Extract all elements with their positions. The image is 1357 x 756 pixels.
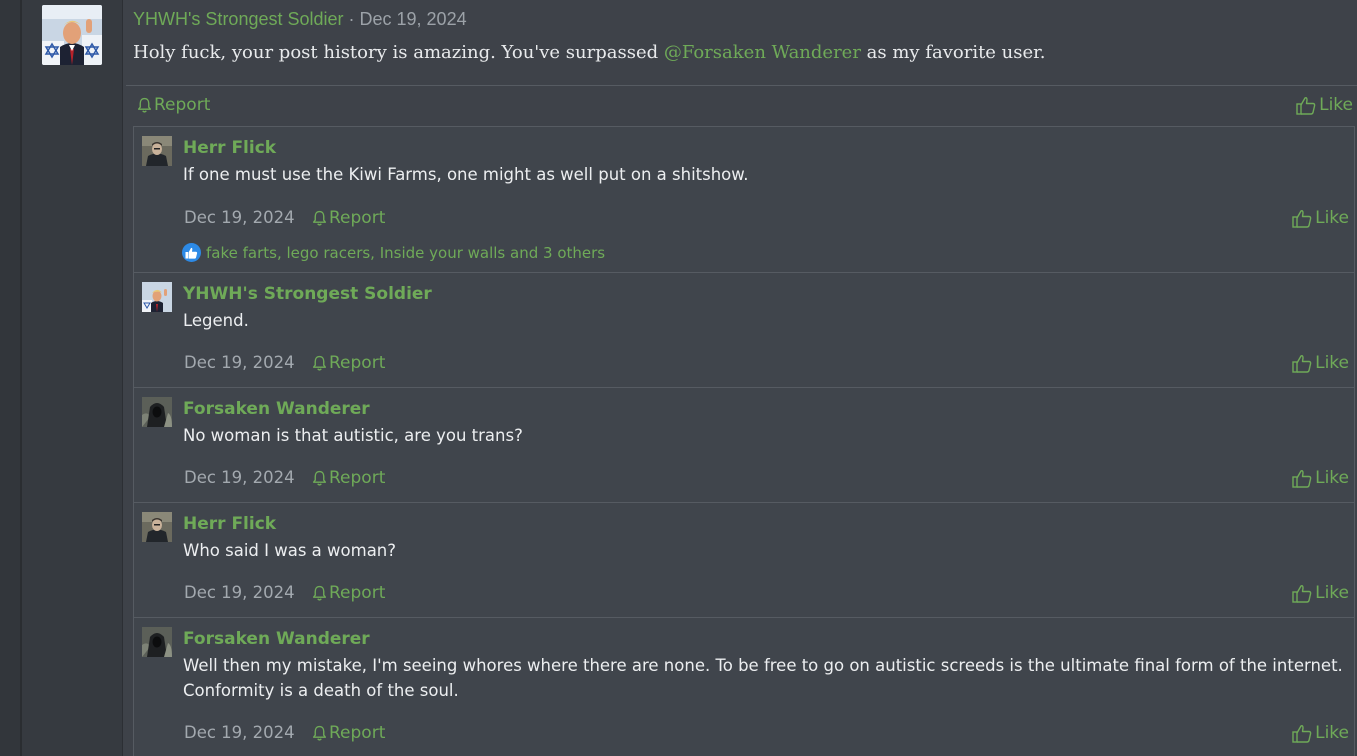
bell-icon [312, 725, 327, 741]
comment-item: Herr Flick Who said I was a woman? Dec 1… [134, 503, 1354, 618]
reactions-summary-link[interactable]: fake farts, lego racers, Inside your wal… [206, 244, 605, 262]
post-text-after: as my favorite user. [860, 42, 1046, 63]
left-edge [0, 0, 22, 756]
comment-report-button[interactable]: Report [312, 722, 385, 744]
comment-date[interactable]: Dec 19, 2024 [184, 467, 295, 489]
thumbs-up-icon [1296, 96, 1316, 115]
comment-text: Legend. [183, 311, 249, 330]
comment-report-button[interactable]: Report [312, 582, 385, 604]
bell-icon [312, 470, 327, 486]
thumbs-up-icon [1292, 469, 1312, 488]
commenter-avatar[interactable] [142, 136, 172, 166]
commenter-name-link[interactable]: Herr Flick [183, 513, 276, 535]
header-separator: · [343, 9, 360, 29]
comment-item: Forsaken Wanderer No woman is that autis… [134, 388, 1354, 503]
post-like-button[interactable]: Like [1296, 93, 1353, 117]
comment-like-button[interactable]: Like [1292, 207, 1349, 229]
comment-like-label: Like [1315, 723, 1349, 743]
author-avatar[interactable] [42, 5, 102, 65]
commenter-avatar[interactable] [142, 512, 172, 542]
post-report-button[interactable]: Report [137, 93, 210, 117]
bell-icon [312, 210, 327, 226]
comment-report-button[interactable]: Report [312, 467, 385, 489]
thumbs-up-icon [1292, 354, 1312, 373]
post-divider [126, 85, 1357, 86]
post-header: YHWH's Strongest Soldier · Dec 19, 2024 [133, 7, 467, 31]
bell-icon [312, 355, 327, 371]
comment-like-button[interactable]: Like [1292, 352, 1349, 374]
comment-report-label: Report [329, 583, 386, 603]
commenter-name-link[interactable]: YHWH's Strongest Soldier [183, 283, 432, 305]
comment-date[interactable]: Dec 19, 2024 [184, 352, 295, 374]
comment-item: Herr Flick If one must use the Kiwi Farm… [134, 127, 1354, 273]
commenter-name-link[interactable]: Forsaken Wanderer [183, 398, 370, 420]
comment-like-label: Like [1315, 583, 1349, 603]
comment-date[interactable]: Dec 19, 2024 [184, 722, 295, 744]
comment-like-button[interactable]: Like [1292, 582, 1349, 604]
comment-item: YHWH's Strongest Soldier Legend. Dec 19,… [134, 273, 1354, 388]
post-author-link[interactable]: YHWH's Strongest Soldier [133, 9, 344, 29]
comment-text: Well then my mistake, I'm seeing whores … [183, 656, 1343, 700]
comment-report-label: Report [329, 353, 386, 373]
comment-date[interactable]: Dec 19, 2024 [184, 582, 295, 604]
comment-like-button[interactable]: Like [1292, 722, 1349, 744]
thumbs-up-icon [1292, 209, 1312, 228]
comment-report-button[interactable]: Report [312, 352, 385, 374]
comment-text: No woman is that autistic, are you trans… [183, 426, 523, 445]
like-reaction-icon [182, 243, 201, 262]
commenter-avatar[interactable] [142, 282, 172, 312]
post-report-label: Report [154, 95, 211, 115]
commenter-name-link[interactable]: Herr Flick [183, 137, 276, 159]
comment-list: Herr Flick If one must use the Kiwi Farm… [133, 126, 1355, 756]
reactions-bar[interactable]: fake farts, lego racers, Inside your wal… [182, 243, 605, 262]
thumbs-up-icon [1292, 584, 1312, 603]
comment-text: Who said I was a woman? [183, 541, 397, 560]
thread-page: YHWH's Strongest Soldier · Dec 19, 2024 … [0, 0, 1357, 756]
post-user-column [22, 0, 123, 756]
comment-report-label: Report [329, 468, 386, 488]
post-body: Holy fuck, your post history is amazing.… [133, 40, 1046, 66]
comment-date[interactable]: Dec 19, 2024 [184, 207, 295, 229]
comment-report-label: Report [329, 723, 386, 743]
comment-like-label: Like [1315, 353, 1349, 373]
comment-text: If one must use the Kiwi Farms, one migh… [183, 165, 749, 184]
post-like-label: Like [1319, 95, 1353, 115]
bell-icon [137, 97, 152, 113]
thumbs-up-icon [1292, 724, 1312, 743]
post-date[interactable]: Dec 19, 2024 [360, 9, 467, 29]
commenter-name-link[interactable]: Forsaken Wanderer [183, 628, 370, 650]
commenter-avatar[interactable] [142, 627, 172, 657]
comment-item: Forsaken Wanderer Well then my mistake, … [134, 618, 1354, 756]
comment-like-button[interactable]: Like [1292, 467, 1349, 489]
post-text-before: Holy fuck, your post history is amazing.… [133, 42, 664, 63]
comment-like-label: Like [1315, 208, 1349, 228]
user-mention-link[interactable]: @Forsaken Wanderer [664, 42, 861, 63]
comment-report-label: Report [329, 208, 386, 228]
comment-report-button[interactable]: Report [312, 207, 385, 229]
comment-like-label: Like [1315, 468, 1349, 488]
commenter-avatar[interactable] [142, 397, 172, 427]
bell-icon [312, 585, 327, 601]
